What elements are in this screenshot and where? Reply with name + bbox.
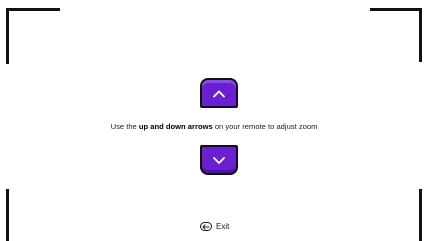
zoom-down-button[interactable] <box>200 145 238 175</box>
back-arrow-icon <box>200 222 212 231</box>
chevron-up-icon <box>213 90 225 97</box>
corner-bracket-top-right-vertical <box>419 8 422 62</box>
zoom-up-button[interactable] <box>200 78 238 108</box>
zoom-instruction-text: Use the up and down arrows on your remot… <box>0 122 428 131</box>
corner-bracket-top-left <box>6 8 60 11</box>
corner-bracket-bottom-right <box>419 189 422 241</box>
instruction-emphasis: up and down arrows <box>138 122 213 131</box>
instruction-suffix: on your remote to adjust zoom <box>212 122 318 131</box>
corner-bracket-top-left-vertical <box>6 8 9 64</box>
chevron-down-icon <box>213 156 225 164</box>
exit-label: Exit <box>216 222 230 231</box>
exit-button[interactable]: Exit <box>200 222 229 231</box>
corner-bracket-bottom-left <box>6 189 9 241</box>
corner-bracket-top-right <box>370 8 422 11</box>
zoom-adjust-screen: Use the up and down arrows on your remot… <box>0 0 428 241</box>
instruction-prefix: Use the <box>110 122 139 131</box>
